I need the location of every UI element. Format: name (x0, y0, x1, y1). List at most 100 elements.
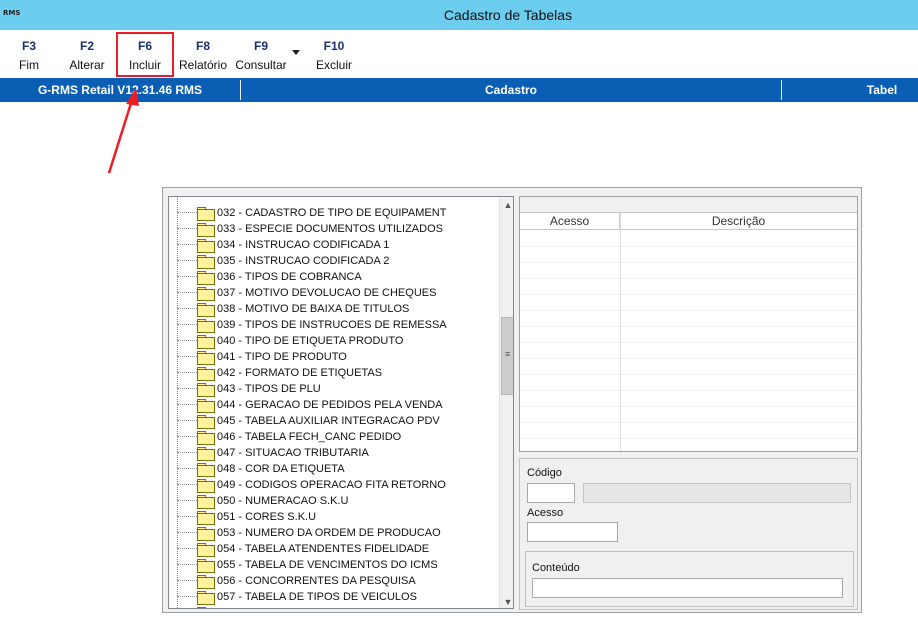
folder-icon (197, 511, 215, 525)
grid-row[interactable] (520, 359, 857, 375)
tree-item[interactable]: 040 - TIPO DE ETIQUETA PRODUTO (169, 333, 499, 349)
tree-item-label: 057 - TABELA DE TIPOS DE VEICULOS (217, 591, 417, 603)
grid-row[interactable] (520, 375, 857, 391)
tree-connector (177, 308, 197, 309)
tree-item[interactable]: 038 - MOTIVO DE BAIXA DE TITULOS (169, 301, 499, 317)
tree-connector (177, 452, 197, 453)
grid-column-separator (620, 213, 621, 451)
folder-icon (197, 399, 215, 413)
tree-item[interactable]: 055 - TABELA DE VENCIMENTOS DO ICMS (169, 557, 499, 573)
folder-icon (197, 255, 215, 269)
excluir-button[interactable]: F10 Excluir (308, 30, 360, 76)
table-tree[interactable]: 032 - CADASTRO DE TIPO DE EQUIPAMENT 033 … (168, 196, 514, 609)
grid-row[interactable] (520, 247, 857, 263)
grid-row[interactable] (520, 311, 857, 327)
tree-item-label: 050 - NUMERACAO S.K.U (217, 495, 349, 507)
tree-item-label: 043 - TIPOS DE PLU (217, 383, 321, 395)
tree-item[interactable]: 036 - TIPOS DE COBRANCA (169, 269, 499, 285)
tree-item-label: 040 - TIPO DE ETIQUETA PRODUTO (217, 335, 404, 347)
col-acesso-header[interactable]: Acesso (520, 213, 620, 230)
codigo-label: Código (527, 467, 562, 479)
tree-item[interactable]: 043 - TIPOS DE PLU (169, 381, 499, 397)
grid-row[interactable] (520, 279, 857, 295)
grid-row[interactable] (520, 423, 857, 439)
tree-item[interactable]: 044 - GERACAO DE PEDIDOS PELA VENDA (169, 397, 499, 413)
scroll-down-arrow-icon[interactable]: ▼ (500, 594, 513, 608)
version-label: G-RMS Retail V12.31.46 RMS (0, 80, 241, 100)
tree-item[interactable]: 041 - TIPO DE PRODUTO (169, 349, 499, 365)
tree-item[interactable]: 053 - NUMERO DA ORDEM DE PRODUCAO (169, 525, 499, 541)
tree-connector (177, 484, 197, 485)
alterar-button[interactable]: F2 Alterar (61, 30, 113, 76)
edit-form: Código Acesso Conteúdo (519, 458, 858, 610)
tree-item[interactable]: 054 - TABELA ATENDENTES FIDELIDADE (169, 541, 499, 557)
folder-icon (197, 335, 215, 349)
access-grid[interactable]: Acesso Descrição (519, 196, 858, 455)
tree-item-label: 042 - FORMATO DE ETIQUETAS (217, 367, 383, 379)
tree-item[interactable]: 048 - COR DA ETIQUETA (169, 461, 499, 477)
grid-row[interactable] (520, 295, 857, 311)
col-descricao-header[interactable]: Descrição (620, 213, 857, 230)
fim-button[interactable]: F3 Fim (4, 30, 54, 76)
tree-item[interactable]: 035 - INSTRUCAO CODIFICADA 2 (169, 253, 499, 269)
consultar-key: F9 (253, 39, 268, 53)
grid-row[interactable] (520, 407, 857, 423)
tree-item-label: 035 - INSTRUCAO CODIFICADA 2 (217, 255, 390, 267)
tree-item-label: 045 - TABELA AUXILIAR INTEGRACAO PDV (217, 415, 440, 427)
tree-item[interactable]: 046 - TABELA FECH_CANC PEDIDO (169, 429, 499, 445)
tree-item[interactable]: 050 - NUMERACAO S.K.U (169, 493, 499, 509)
status-bar: G-RMS Retail V12.31.46 RMS Cadastro Tabe… (0, 78, 918, 102)
tree-item[interactable]: 056 - CONCORRENTES DA PESQUISA (169, 573, 499, 589)
grid-row[interactable] (520, 327, 857, 343)
relatorio-key: F8 (195, 39, 210, 53)
consultar-button[interactable]: F9 Consultar (233, 30, 289, 76)
grid-row[interactable] (520, 263, 857, 279)
tree-item[interactable]: 039 - TIPOS DE INSTRUCOES DE REMESSA (169, 317, 499, 333)
tree-item-label: 039 - TIPOS DE INSTRUCOES DE REMESSA (217, 319, 447, 331)
grid-row[interactable] (520, 231, 857, 247)
tree-item[interactable]: 033 - ESPECIE DOCUMENTOS UTILIZADOS (169, 221, 499, 237)
folder-icon (197, 447, 215, 461)
tree-item-label: 051 - CORES S.K.U (217, 511, 317, 523)
grid-row[interactable] (520, 391, 857, 407)
title-bar: RMS Cadastro de Tabelas (0, 0, 918, 30)
tree-item[interactable]: 057 - TABELA DE TIPOS DE VEICULOS (169, 589, 499, 605)
tree-item[interactable]: 032 - CADASTRO DE TIPO DE EQUIPAMENT (169, 205, 499, 221)
dropdown-arrow-icon[interactable] (292, 50, 300, 55)
tree-item[interactable]: 049 - CODIGOS OPERACAO FITA RETORNO (169, 477, 499, 493)
grid-row[interactable] (520, 343, 857, 359)
highlight-box (116, 32, 174, 77)
folder-icon (197, 239, 215, 253)
folder-icon (197, 575, 215, 589)
folder-icon (197, 207, 215, 221)
table-label: Tabel (866, 83, 898, 97)
acesso-input[interactable] (527, 522, 618, 542)
relatorio-button[interactable]: F8 Relatório (176, 30, 230, 76)
tree-connector (177, 404, 197, 405)
tree-connector (177, 356, 197, 357)
folder-icon (197, 383, 215, 397)
grid-row[interactable] (520, 439, 857, 455)
tree-item-label: 055 - TABELA DE VENCIMENTOS DO ICMS (217, 559, 438, 571)
folder-icon (197, 287, 215, 301)
tree-item[interactable]: 042 - FORMATO DE ETIQUETAS (169, 365, 499, 381)
tree-item-label: 049 - CODIGOS OPERACAO FITA RETORNO (217, 479, 446, 491)
tree-item-label: 034 - INSTRUCAO CODIFICADA 1 (217, 239, 390, 251)
scroll-up-arrow-icon[interactable]: ▲ (500, 197, 513, 213)
grip-icon: ≡ (505, 349, 511, 359)
tree-item[interactable]: 034 - INSTRUCAO CODIFICADA 1 (169, 237, 499, 253)
conteudo-input[interactable] (532, 578, 843, 598)
tree-item-label: 044 - GERACAO DE PEDIDOS PELA VENDA (217, 399, 443, 411)
tree-item[interactable]: 045 - TABELA AUXILIAR INTEGRACAO PDV (169, 413, 499, 429)
tree-connector (177, 436, 197, 437)
scroll-thumb[interactable]: ≡ (501, 317, 513, 395)
tree-item[interactable]: 047 - SITUACAO TRIBUTARIA (169, 445, 499, 461)
tree-item[interactable]: 037 - MOTIVO DEVOLUCAO DE CHEQUES (169, 285, 499, 301)
folder-icon (197, 351, 215, 365)
codigo-input[interactable] (527, 483, 575, 503)
tree-item[interactable]: 058 - CLASSIFICACAO DE ETIQUETAS (169, 605, 499, 608)
tree-scrollbar[interactable]: ▲ ≡ ▼ (499, 197, 513, 608)
tree-item[interactable]: 051 - CORES S.K.U (169, 509, 499, 525)
tree-item-label: 036 - TIPOS DE COBRANCA (217, 271, 362, 283)
tree-connector (177, 580, 197, 581)
